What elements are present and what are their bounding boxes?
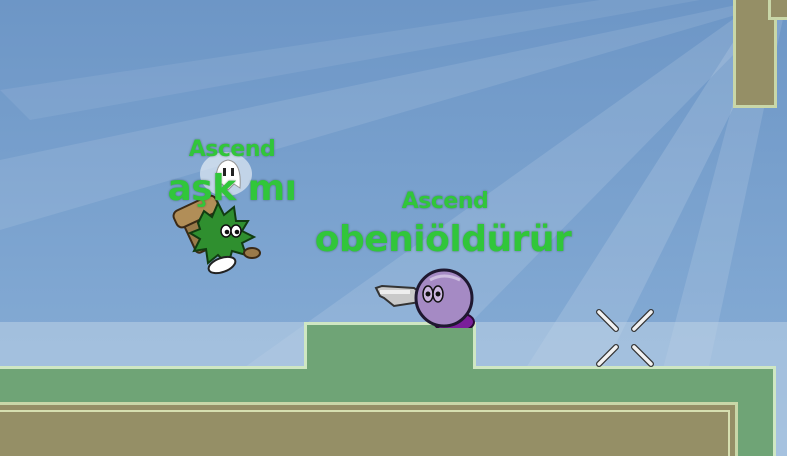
- game-viewport[interactable]: Ascend aşk mı Ascend obeniöldürür: [0, 0, 787, 456]
- player-1-clan-tag: Ascend: [188, 137, 276, 162]
- player-2-clan-tag: Ascend: [401, 189, 489, 214]
- dirt-inner-edge: [0, 410, 730, 456]
- dirt-pillar-cap: [768, 0, 787, 20]
- grass-join: [307, 366, 473, 376]
- player-2-name: obeniöldürür: [314, 219, 572, 260]
- purple-tee-icon: [374, 268, 475, 328]
- player-1-name: aşk mı: [167, 168, 297, 209]
- crosshair-icon: [596, 309, 654, 367]
- grass-fill: [470, 369, 773, 389]
